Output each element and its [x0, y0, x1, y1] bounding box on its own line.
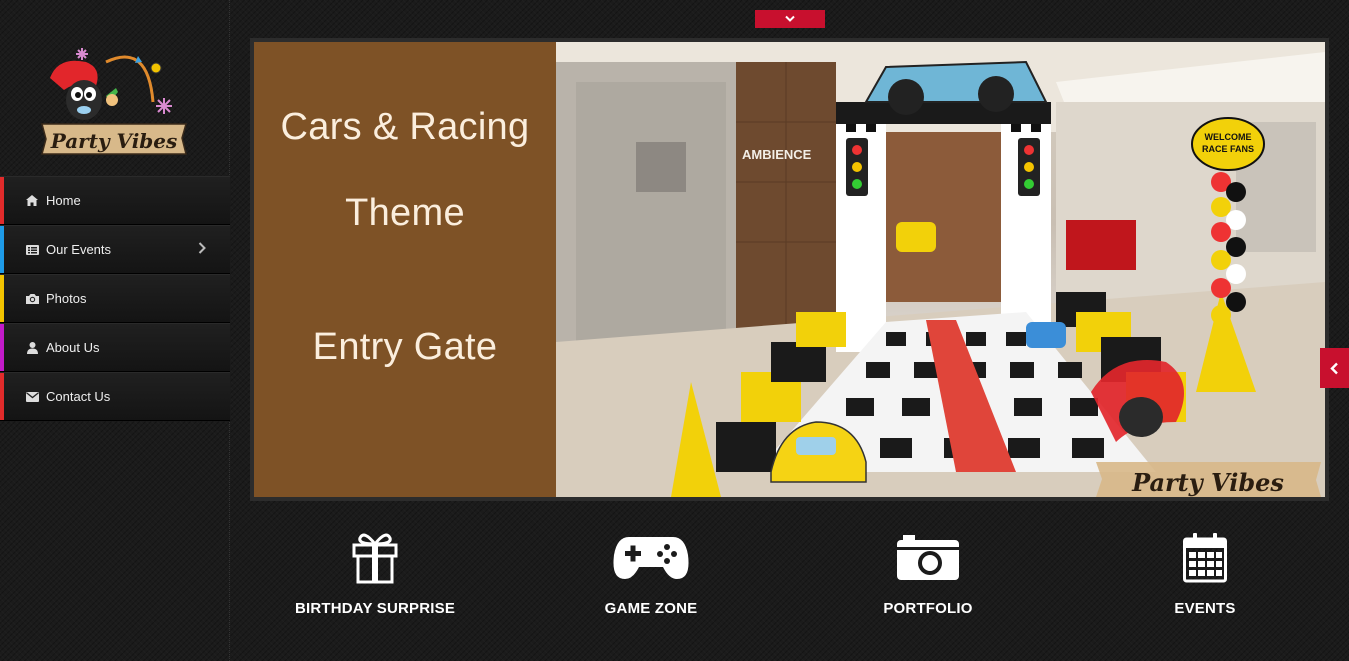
feature-label: PORTFOLIO	[883, 600, 973, 617]
nav-color-bar	[0, 275, 4, 322]
feature-birthday-surprise[interactable]: BIRTHDAY SURPRISE	[265, 530, 485, 617]
party-vibes-logo-image: Party Vibes	[41, 48, 187, 155]
nav-color-bar	[0, 324, 4, 371]
feature-portfolio[interactable]: PORTFOLIO	[818, 530, 1038, 617]
gift-icon	[265, 530, 485, 586]
slide-caption-line2: Theme	[345, 192, 465, 234]
nav-color-bar	[0, 373, 4, 420]
nav-color-bar	[0, 177, 4, 224]
gamepad-icon	[541, 530, 761, 586]
main-nav: Home Our Events Photos About Us Contact …	[0, 176, 230, 421]
feature-game-zone[interactable]: GAME ZONE	[541, 530, 761, 617]
brand-logo[interactable]: Party Vibes	[38, 42, 190, 160]
nav-item-home[interactable]: Home	[0, 176, 230, 225]
photo-store-sign: AMBIENCE	[742, 147, 812, 162]
nav-label-contact-us: Contact Us	[46, 389, 111, 404]
hero-slider[interactable]: Cars & Racing Theme Entry Gate AMBIENCE	[250, 38, 1329, 501]
chevron-left-icon	[1330, 362, 1338, 374]
nav-item-photos[interactable]: Photos	[0, 274, 230, 323]
nav-item-contact-us[interactable]: Contact Us	[0, 372, 230, 421]
user-icon	[25, 341, 39, 354]
nav-label-home: Home	[46, 193, 81, 208]
envelope-icon	[25, 391, 39, 403]
slide-caption-line1: Cars & Racing	[280, 106, 530, 148]
svg-text:Party Vibes: Party Vibes	[50, 129, 178, 153]
slide-caption-line3: Entry Gate	[312, 326, 498, 368]
nav-label-photos: Photos	[46, 291, 87, 306]
chevron-right-icon[interactable]	[198, 242, 206, 257]
top-panel-toggle[interactable]	[755, 10, 825, 28]
sidebar: Party Vibes Home Our Events Photos About…	[0, 0, 230, 661]
nav-label-our-events: Our Events	[46, 242, 112, 257]
photo-watermark: Party Vibes	[1131, 468, 1284, 497]
camera-icon	[25, 293, 39, 305]
nav-item-about-us[interactable]: About Us	[0, 323, 230, 372]
slide-photo: AMBIENCE WELCOME RACE FANS Party Vibes	[556, 42, 1325, 497]
svg-text:RACE FANS: RACE FANS	[1202, 144, 1254, 154]
svg-text:WELCOME: WELCOME	[1205, 132, 1252, 142]
slide-caption-panel: Cars & Racing Theme Entry Gate	[254, 42, 556, 497]
racing-gate-photo: AMBIENCE WELCOME RACE FANS Party Vibes	[556, 42, 1325, 497]
home-icon	[25, 195, 39, 207]
chevron-down-icon	[785, 15, 795, 22]
side-panel-toggle[interactable]	[1320, 348, 1349, 388]
nav-label-about-us: About Us	[46, 340, 100, 355]
camera-icon	[818, 530, 1038, 586]
calendar-icon	[1095, 530, 1315, 586]
feature-events[interactable]: EVENTS	[1095, 530, 1315, 617]
feature-label: BIRTHDAY SURPRISE	[294, 600, 456, 617]
feature-label: EVENTS	[1174, 600, 1236, 617]
feature-links: BIRTHDAY SURPRISE GAME ZONE PORTFOLIO EV…	[250, 530, 1329, 630]
nav-color-bar	[0, 226, 4, 273]
nav-item-our-events[interactable]: Our Events	[0, 225, 230, 274]
list-icon	[25, 244, 39, 256]
feature-label: GAME ZONE	[604, 600, 698, 617]
